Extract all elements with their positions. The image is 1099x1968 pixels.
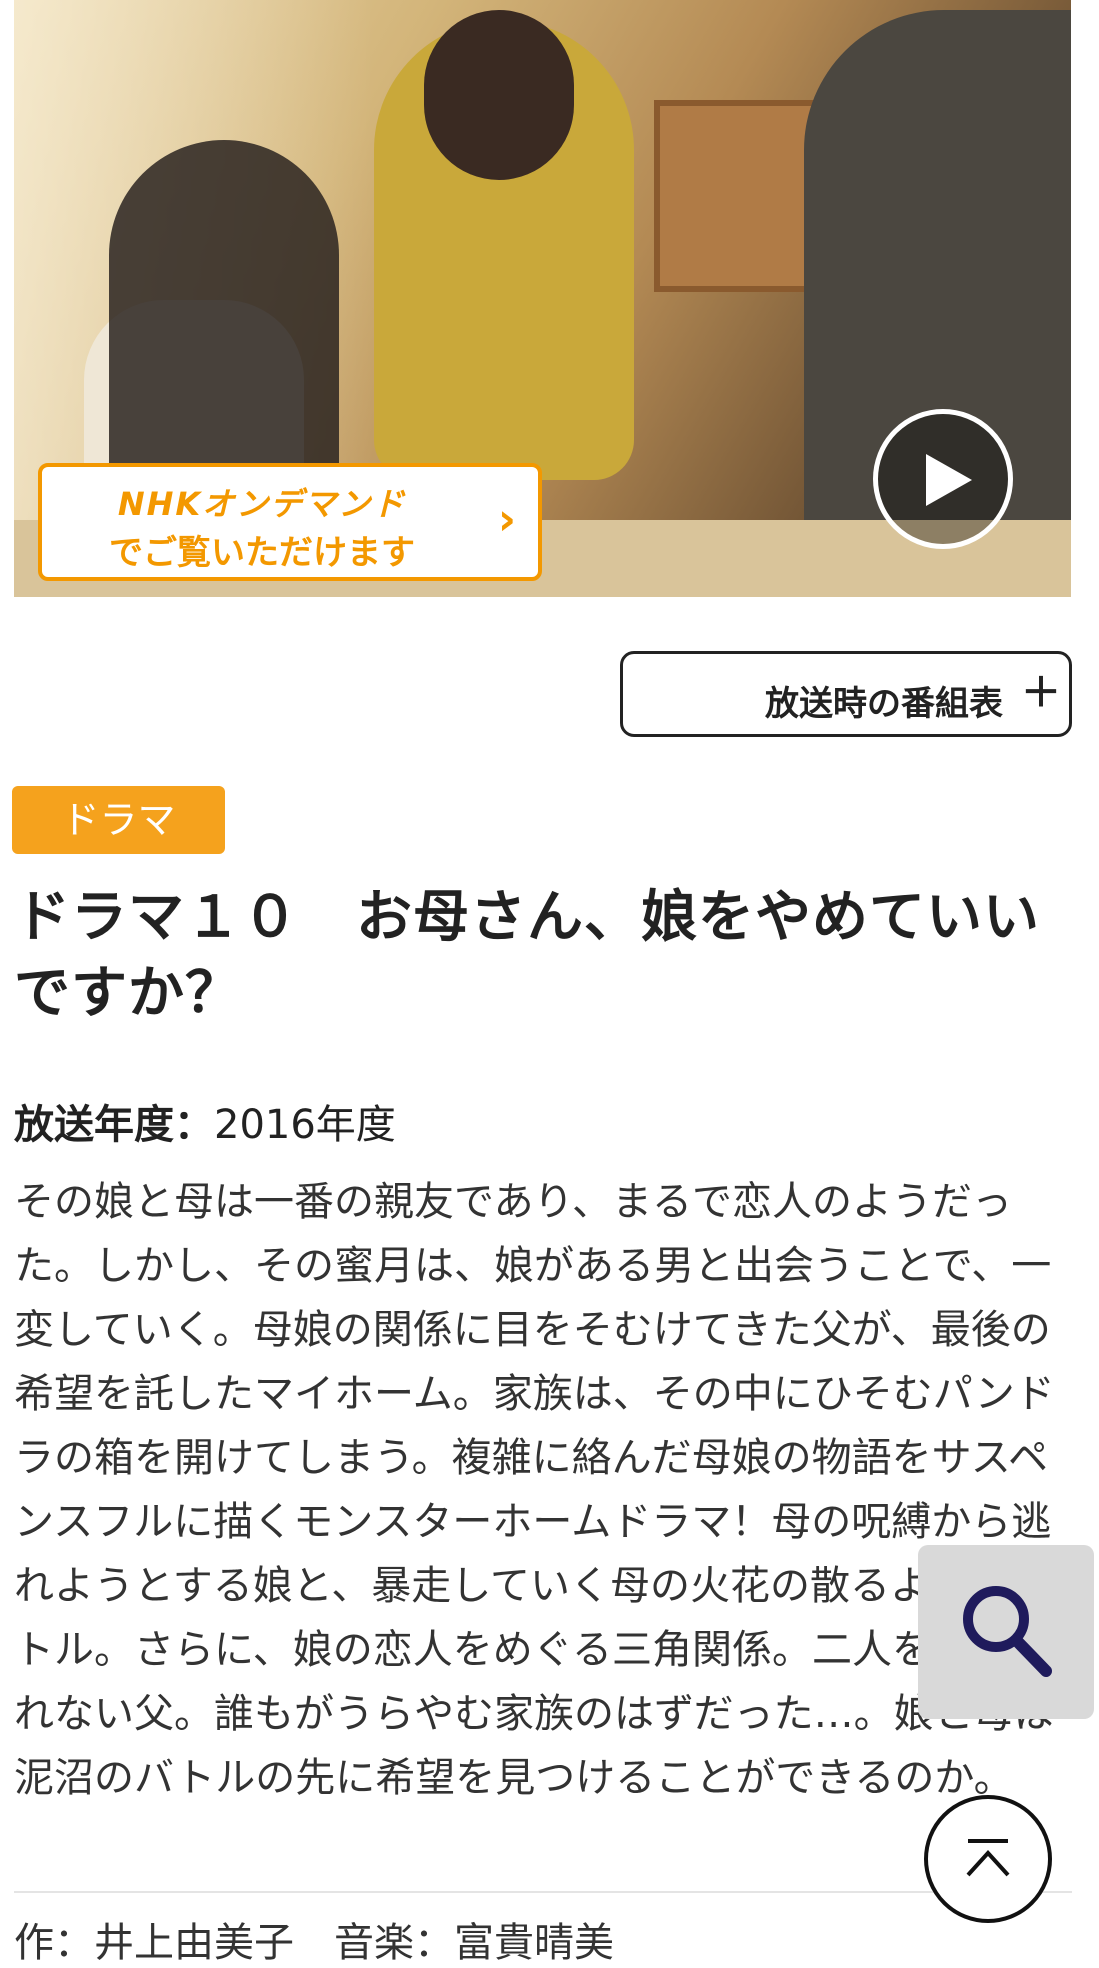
ondemand-logo-text: NHKオンデマンド: [117, 485, 407, 523]
play-icon: [926, 454, 972, 506]
broadcast-year-label: 放送年度：: [14, 1102, 214, 1148]
play-button[interactable]: [873, 409, 1013, 549]
genre-badge[interactable]: ドラマ: [12, 786, 225, 854]
program-title: ドラマ１０ お母さん、娘をやめていいですか？: [14, 885, 1040, 1026]
program-credits: 作：井上由美子 音楽：富貴晴美: [14, 1920, 614, 1966]
broadcast-schedule-label: 放送時の番組表: [765, 684, 1003, 724]
back-to-top-icon: [966, 1839, 1010, 1877]
divider: [14, 1891, 1072, 1893]
search-icon: [963, 1586, 1052, 1677]
broadcast-year-value: 2016年度: [214, 1102, 396, 1148]
chevron-right-icon: ›: [497, 494, 516, 545]
nhk-ondemand-banner[interactable]: NHKオンデマンド でご覧いただけます ›: [38, 463, 542, 581]
plus-icon: ＋: [1021, 670, 1061, 716]
broadcast-year: 放送年度：2016年度: [14, 1092, 396, 1150]
ondemand-caption: でご覧いただけます: [109, 533, 415, 573]
back-to-top-button[interactable]: [924, 1795, 1052, 1923]
broadcast-schedule-button[interactable]: 放送時の番組表 ＋: [620, 651, 1072, 737]
search-button[interactable]: [918, 1545, 1094, 1719]
